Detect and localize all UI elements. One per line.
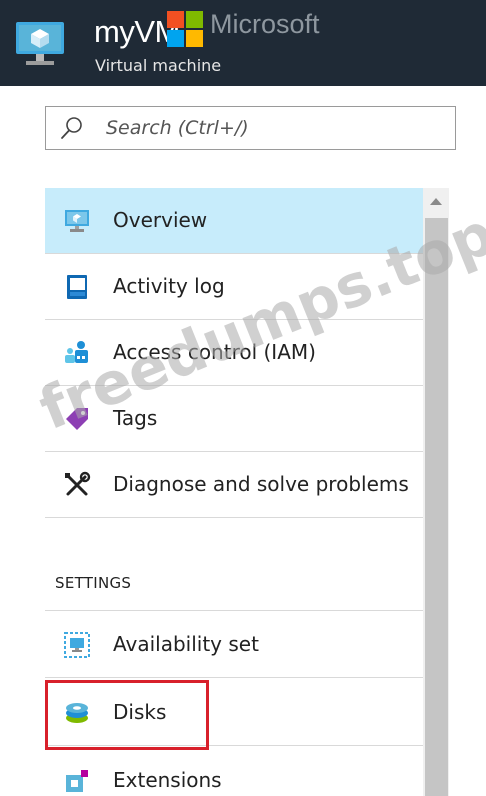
microsoft-logo-icon: [167, 11, 203, 47]
menu-item-diagnose[interactable]: Diagnose and solve problems: [45, 452, 423, 518]
virtual-machine-icon: [16, 22, 64, 65]
menu-item-label: Access control (IAM): [113, 340, 316, 364]
search-box[interactable]: [45, 106, 456, 150]
menu-item-label: Tags: [113, 406, 158, 430]
settings-section-heading: SETTINGS: [55, 574, 132, 592]
menu-item-label: Availability set: [113, 632, 259, 656]
scrollbar-thumb[interactable]: [425, 218, 448, 796]
menu-item-overview[interactable]: Overview: [45, 188, 423, 254]
search-input[interactable]: [106, 111, 436, 145]
menu-item-label: Overview: [113, 208, 208, 232]
microsoft-brand-text: Microsoft: [210, 9, 320, 39]
wrench-screwdriver-icon: [65, 471, 91, 496]
disks-highlight-box: [45, 680, 209, 750]
monitor-icon: [65, 210, 89, 232]
scroll-up-arrow-icon[interactable]: [423, 188, 449, 216]
menu-item-availability-set[interactable]: Availability set: [45, 612, 423, 678]
search-icon: [61, 117, 82, 139]
page-subtitle: Virtual machine: [95, 56, 222, 75]
availability-set-icon: [64, 632, 90, 658]
menu-item-label: Extensions: [113, 768, 222, 792]
menu-item-label: Diagnose and solve problems: [113, 472, 409, 496]
activity-log-icon: [67, 275, 87, 299]
people-icon: [65, 341, 88, 363]
section-divider: [45, 610, 423, 611]
menu-item-activity-log[interactable]: Activity log: [45, 254, 423, 320]
extensions-icon: [66, 770, 88, 792]
blade-header: myVM Virtual machine Microsoft: [0, 0, 486, 86]
menu-item-extensions[interactable]: Extensions: [45, 748, 423, 796]
menu-item-access-control[interactable]: Access control (IAM): [45, 320, 423, 386]
tag-icon: [66, 408, 88, 430]
menu-item-tags[interactable]: Tags: [45, 386, 423, 452]
menu-item-label: Activity log: [113, 274, 225, 298]
